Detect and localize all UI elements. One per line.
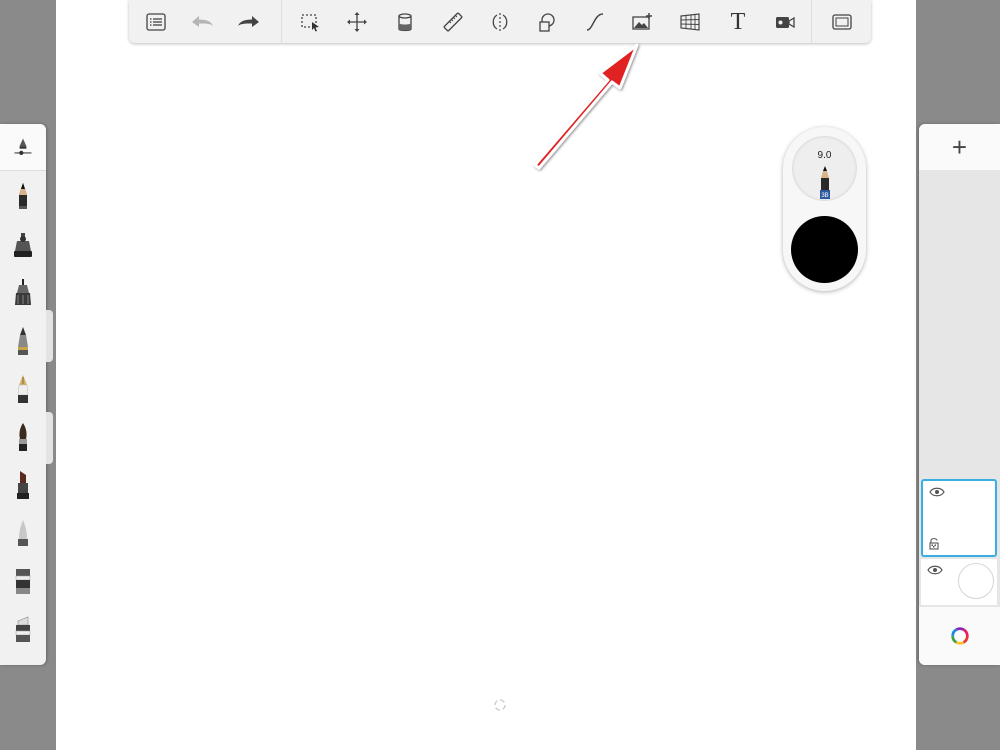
eye-icon[interactable] (929, 487, 945, 497)
eye-icon[interactable] (927, 565, 943, 575)
soft-eraser-icon[interactable] (8, 516, 38, 550)
pencil-preview-icon: 3B (820, 166, 830, 199)
ballpoint-pen-icon[interactable] (8, 324, 38, 358)
undo-icon[interactable] (185, 7, 219, 37)
technical-pen-icon[interactable] (8, 276, 38, 310)
fullscreen-icon[interactable] (827, 7, 857, 37)
add-layer-button[interactable]: + (919, 124, 1000, 170)
brush-color-swatch[interactable] (791, 216, 858, 283)
svg-text:3B: 3B (821, 193, 828, 199)
plus-icon: + (951, 132, 968, 162)
list-icon[interactable] (141, 7, 171, 37)
video-icon[interactable] (770, 7, 800, 37)
ruler-icon[interactable] (438, 7, 468, 37)
brush-size-value: 9.0 (817, 150, 832, 161)
transform-icon[interactable] (342, 7, 372, 37)
brush-size-control[interactable]: 9.0 3B (792, 136, 857, 201)
fountain-pen-icon[interactable] (8, 372, 38, 406)
hard-eraser-icon[interactable] (8, 612, 38, 646)
drawing-canvas[interactable] (56, 0, 916, 750)
airbrush-icon[interactable] (8, 228, 38, 262)
loading-spinner-icon (494, 699, 506, 711)
brush-puck[interactable]: 9.0 3B (783, 127, 866, 291)
background-layer[interactable] (921, 559, 997, 605)
chisel-marker-icon[interactable] (8, 468, 38, 502)
selection-icon[interactable] (295, 7, 325, 37)
layers-panel: + (919, 124, 1000, 665)
brush-settings-icon[interactable] (0, 124, 46, 171)
smudge-icon[interactable] (8, 564, 38, 598)
color-wheel-button[interactable] (919, 607, 1000, 665)
text-tool-label: T (730, 9, 746, 35)
paintbrush-icon[interactable] (8, 420, 38, 454)
redo-icon[interactable] (232, 7, 266, 37)
brush-panel-scroll-handle-top[interactable] (46, 310, 53, 362)
layer-1[interactable] (921, 479, 997, 557)
layer-lock-icon[interactable] (929, 537, 939, 550)
annotation-arrow (533, 43, 639, 170)
top-toolbar: T (129, 0, 871, 43)
perspective-icon[interactable] (675, 7, 705, 37)
color-wheel-icon (950, 627, 969, 645)
symmetry-icon[interactable] (485, 7, 515, 37)
background-color-swatch[interactable] (958, 563, 994, 599)
fill-icon[interactable] (390, 7, 420, 37)
pencil-icon[interactable] (8, 180, 38, 214)
text-icon[interactable]: T (723, 7, 753, 37)
brush-panel-scroll-handle-bottom[interactable] (46, 412, 53, 464)
brush-library-panel (0, 124, 46, 665)
